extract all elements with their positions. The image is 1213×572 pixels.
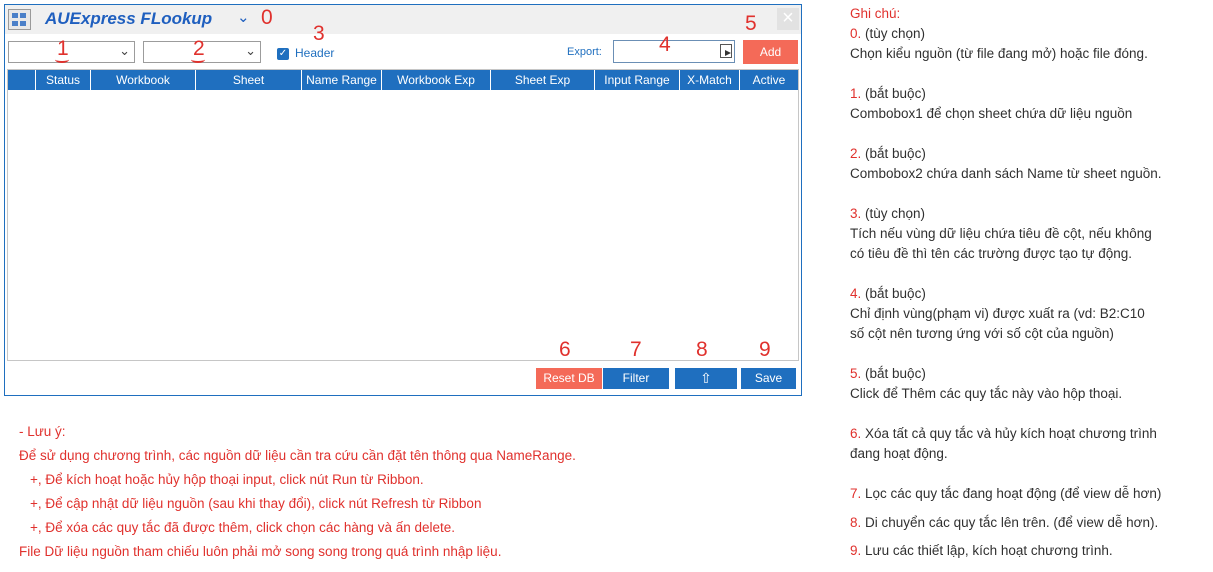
note-tag: (bắt buộc) [865,146,926,161]
filter-button[interactable]: Filter [603,368,669,389]
note-text: Lưu các thiết lập, kích hoạt chương trìn… [865,543,1113,558]
move-up-button[interactable]: ⇧ [675,368,737,389]
note-number: 8. [850,515,862,530]
header-checkbox[interactable]: ✓ [277,48,289,60]
warning-line: +, Để kích hoạt hoặc hủy hộp thoại input… [30,472,424,487]
dialog-title: AUExpress FLookup [45,9,213,28]
close-icon[interactable]: × [777,8,799,30]
callout-4: 4 [659,33,671,56]
column-header-status[interactable]: Status [36,70,91,90]
warning-title: - Lưu ý: [19,424,66,439]
callout-7: 7 [630,338,642,361]
callout-5: 5 [745,12,757,35]
column-header-sheet[interactable]: Sheet [196,70,302,90]
note-tag: (tùy chọn) [865,26,926,41]
callout-9: 9 [759,338,771,361]
note-number: 3. [850,206,862,221]
flookup-dialog: AUExpress FLookup ⌄ × ⌄ ⌄ ✓ Header Expor… [4,4,802,396]
note-number: 5. [850,366,862,381]
note-number: 4. [850,286,862,301]
note-text: Chọn kiểu nguồn (từ file đang mở) hoặc f… [850,46,1148,61]
note-text: Lọc các quy tắc đang hoạt động (để view … [865,486,1162,501]
column-header-name-range[interactable]: Name Range [302,70,382,90]
grid-header: Status Workbook Sheet Name Range Workboo… [8,70,798,90]
column-header-input-range[interactable]: Input Range [595,70,680,90]
warning-line: File Dữ liệu nguồn tham chiếu luôn phải … [19,544,502,559]
add-button[interactable]: Add [743,40,798,64]
note-text: Combobox2 chứa danh sách Name từ sheet n… [850,166,1162,181]
note-tag: (bắt buộc) [865,286,926,301]
title-bar: AUExpress FLookup ⌄ × [5,5,801,34]
note-text: Tích nếu vùng dữ liệu chứa tiêu đề cột, … [850,226,1152,241]
note-text: số cột nên tương ứng với số cột của nguồ… [850,326,1114,341]
range-picker-icon[interactable] [720,44,732,58]
source-type-chevron-down-icon[interactable]: ⌄ [237,8,250,26]
column-header-active[interactable]: Active [740,70,798,90]
column-header-sheet-exp[interactable]: Sheet Exp [491,70,595,90]
note-text: đang hoạt động. [850,446,948,461]
notes-heading: Ghi chú: [850,6,901,21]
export-label: Export: [567,46,602,58]
note-text: Click để Thêm các quy tắc này vào hộp th… [850,386,1123,401]
chevron-down-icon: ⌄ [119,43,130,58]
header-checkbox-label[interactable]: Header [295,46,334,60]
column-header-workbook[interactable]: Workbook [91,70,196,90]
save-button[interactable]: Save [741,368,796,389]
callout-2-underline [191,56,205,63]
column-header-select[interactable] [8,70,36,90]
app-grid-icon[interactable] [8,9,31,30]
note-text: Chỉ định vùng(phạm vi) được xuất ra (vd:… [850,306,1145,321]
note-number: 1. [850,86,862,101]
chevron-down-icon: ⌄ [245,43,256,58]
note-text: Di chuyển các quy tắc lên trên. (để view… [865,515,1159,530]
note-text: có tiêu đề thì tên các trường được tạo t… [850,246,1132,261]
note-tag: (tùy chọn) [865,206,926,221]
note-text: Combobox1 để chọn sheet chứa dữ liệu ngu… [850,106,1133,121]
note-number: 7. [850,486,862,501]
note-number: 2. [850,146,862,161]
note-number: 0. [850,26,862,41]
warning-line: Để sử dụng chương trình, các nguồn dữ li… [19,448,576,463]
callout-0: 0 [261,6,273,29]
reset-db-button[interactable]: Reset DB [536,368,602,389]
note-number: 6. [850,426,862,441]
callout-6: 6 [559,338,571,361]
note-number: 9. [850,543,862,558]
callout-3: 3 [313,22,325,45]
callout-1-underline [55,56,69,63]
warning-line: +, Để xóa các quy tắc đã được thêm, clic… [30,520,455,535]
sheet-combobox[interactable]: ⌄ [8,41,135,63]
note-tag: (bắt buộc) [865,366,926,381]
export-range-input[interactable] [613,40,735,63]
note-tag: (bắt buộc) [865,86,926,101]
warning-line: +, Để cập nhật dữ liệu nguồn (sau khi th… [30,496,482,511]
rules-grid[interactable]: Status Workbook Sheet Name Range Workboo… [7,69,799,361]
callout-8: 8 [696,338,708,361]
note-text: Xóa tất cả quy tắc và hủy kích hoạt chươ… [865,426,1157,441]
column-header-x-match[interactable]: X-Match [680,70,740,90]
arrow-up-icon: ⇧ [700,370,712,386]
column-header-workbook-exp[interactable]: Workbook Exp [382,70,491,90]
